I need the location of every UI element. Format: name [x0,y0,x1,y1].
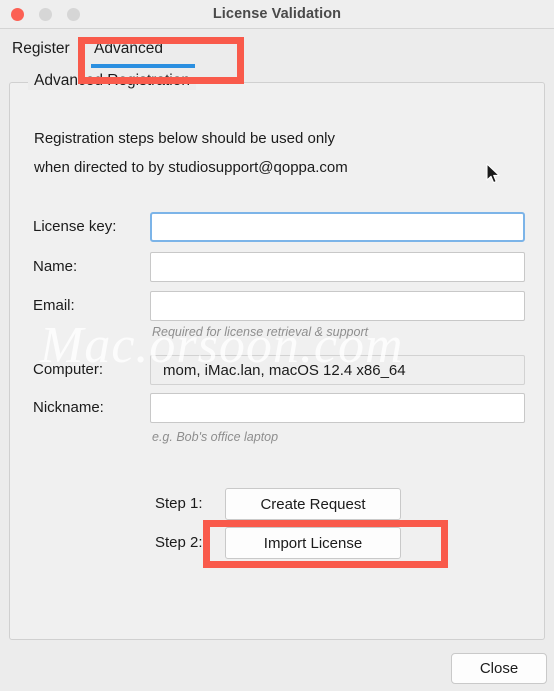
import-license-button[interactable]: Import License [225,527,401,559]
name-label: Name: [33,258,78,275]
step-1-label: Step 1: [155,495,203,512]
create-request-button[interactable]: Create Request [225,488,401,520]
step-1-row: Step 1: Create Request [0,488,554,520]
window-title: License Validation [212,6,342,22]
intro-text: Registration steps below should be used … [34,124,348,182]
email-input[interactable] [150,291,525,321]
computer-input [150,355,525,385]
title-bar: License Validation [0,0,554,29]
tab-strip: Register Advanced [0,30,554,72]
nickname-row: Nickname: [0,393,554,423]
nickname-input[interactable] [150,393,525,423]
intro-line-1: Registration steps below should be used … [34,130,336,147]
close-button[interactable]: Close [451,653,547,684]
name-input[interactable] [150,252,525,282]
step-2-row: Step 2: Import License [0,527,554,559]
license-key-row: License key: [0,212,554,242]
nickname-hint: e.g. Bob's office laptop [152,430,279,444]
computer-label: Computer: [33,361,104,378]
tab-advanced-selected-indicator [91,64,195,68]
license-key-input[interactable] [150,212,525,242]
tab-register[interactable]: Register [6,36,76,62]
email-label: Email: [33,297,75,314]
computer-row: Computer: [0,355,554,385]
tab-register-label: Register [12,40,70,57]
intro-line-2: when directed to by studiosupport@qoppa.… [34,159,348,176]
step-2-label: Step 2: [155,534,203,551]
email-row: Email: [0,291,554,321]
name-row: Name: [0,252,554,282]
groupbox-title: Advanced Registration [28,72,196,90]
license-validation-window: License Validation Register Advanced Adv… [0,0,554,691]
nickname-label: Nickname: [33,399,104,416]
email-hint: Required for license retrieval & support [152,325,369,339]
license-key-label: License key: [33,218,117,235]
tab-advanced-label: Advanced [94,40,163,57]
tab-advanced[interactable]: Advanced [88,36,195,68]
